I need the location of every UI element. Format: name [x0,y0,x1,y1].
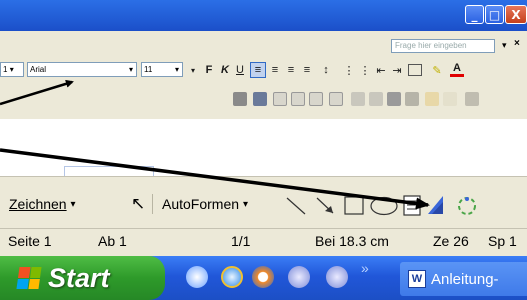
annotation-arrow-1 [0,79,74,106]
annotation-arrows [0,79,430,210]
annotation-arrow-2 [0,148,430,210]
